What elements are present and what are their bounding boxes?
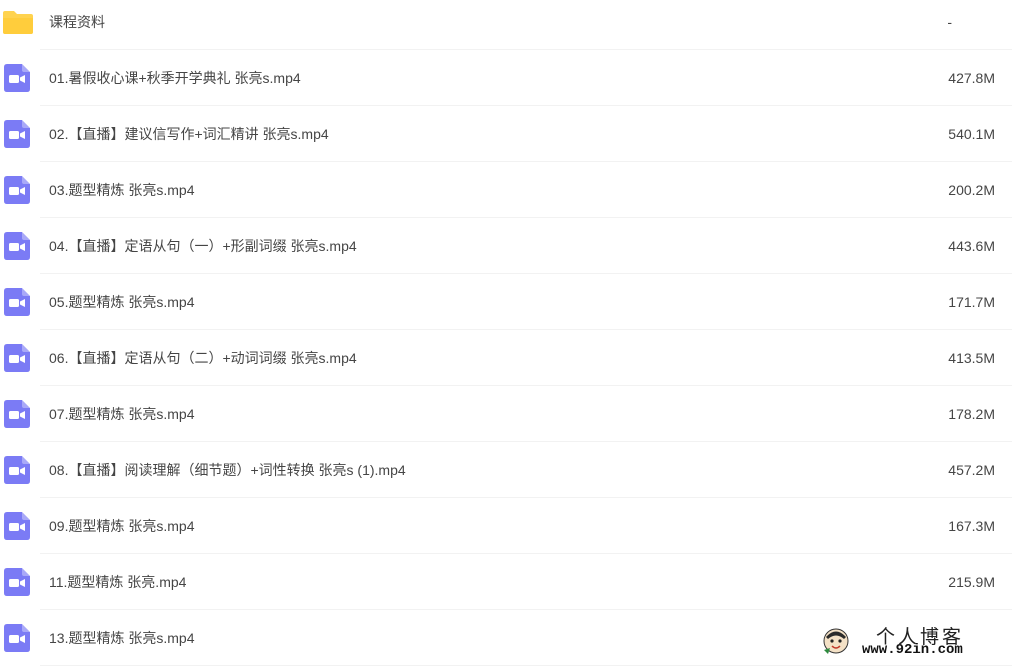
file-row[interactable]: 05.题型精炼 张亮s.mp4 171.7M	[0, 274, 1012, 330]
file-size: 427.8M	[948, 70, 995, 86]
file-row[interactable]: 03.题型精炼 张亮s.mp4 200.2M	[0, 162, 1012, 218]
file-size: 215.9M	[948, 574, 995, 590]
file-size: 540.1M	[948, 126, 995, 142]
file-row[interactable]: 06.【直播】定语从句（二）+动词词缀 张亮s.mp4 413.5M	[0, 330, 1012, 386]
file-size: 200.2M	[948, 182, 995, 198]
cartoon-logo-icon	[823, 628, 849, 654]
video-file-icon	[4, 64, 32, 92]
file-row[interactable]: 08.【直播】阅读理解（细节题）+词性转换 张亮s (1).mp4 457.2M	[0, 442, 1012, 498]
watermark: 个人博客 www.92in.com	[818, 620, 1012, 662]
folder-row[interactable]: 课程资料 -	[0, 0, 1012, 50]
folder-icon	[3, 8, 33, 36]
video-file-icon	[4, 232, 32, 260]
file-row[interactable]: 09.题型精炼 张亮s.mp4 167.3M	[0, 498, 1012, 554]
file-name: 06.【直播】定语从句（二）+动词词缀 张亮s.mp4	[49, 350, 357, 366]
file-size: 167.3M	[948, 518, 995, 534]
video-file-icon	[4, 624, 32, 652]
video-file-icon	[4, 120, 32, 148]
file-size: 178.2M	[948, 406, 995, 422]
file-name: 01.暑假收心课+秋季开学典礼 张亮s.mp4	[49, 70, 301, 86]
file-row[interactable]: 11.题型精炼 张亮.mp4 215.9M	[0, 554, 1012, 610]
video-file-icon	[4, 512, 32, 540]
file-name: 04.【直播】定语从句（一）+形副词缀 张亮s.mp4	[49, 238, 357, 254]
file-size: 413.5M	[948, 350, 995, 366]
file-name: 13.题型精炼 张亮s.mp4	[49, 630, 195, 646]
file-name: 05.题型精炼 张亮s.mp4	[49, 294, 195, 310]
file-row[interactable]: 01.暑假收心课+秋季开学典礼 张亮s.mp4 427.8M	[0, 50, 1012, 106]
file-size: 171.7M	[948, 294, 995, 310]
file-name: 07.题型精炼 张亮s.mp4	[49, 406, 195, 422]
file-name: 11.题型精炼 张亮.mp4	[49, 574, 187, 590]
watermark-url: www.92in.com	[862, 642, 963, 658]
video-file-icon	[4, 568, 32, 596]
video-file-icon	[4, 344, 32, 372]
file-size: 457.2M	[948, 462, 995, 478]
file-row[interactable]: 04.【直播】定语从句（一）+形副词缀 张亮s.mp4 443.6M	[0, 218, 1012, 274]
video-file-icon	[4, 176, 32, 204]
file-name: 03.题型精炼 张亮s.mp4	[49, 182, 195, 198]
file-name: 09.题型精炼 张亮s.mp4	[49, 518, 195, 534]
video-file-icon	[4, 400, 32, 428]
video-file-icon	[4, 288, 32, 316]
file-name: 02.【直播】建议信写作+词汇精讲 张亮s.mp4	[49, 126, 329, 142]
video-file-icon	[4, 456, 32, 484]
file-row[interactable]: 07.题型精炼 张亮s.mp4 178.2M	[0, 386, 1012, 442]
file-name: 08.【直播】阅读理解（细节题）+词性转换 张亮s (1).mp4	[49, 462, 406, 478]
file-size: 443.6M	[948, 238, 995, 254]
file-size: -	[947, 14, 952, 30]
file-row[interactable]: 02.【直播】建议信写作+词汇精讲 张亮s.mp4 540.1M	[0, 106, 1012, 162]
file-name: 课程资料	[49, 14, 105, 30]
